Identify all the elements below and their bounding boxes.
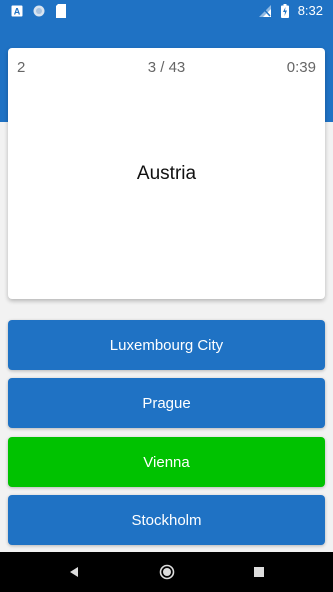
question-progress: 3 / 43 bbox=[147, 59, 186, 76]
status-time: 8:32 bbox=[297, 3, 323, 18]
answer-button-2[interactable]: Prague bbox=[8, 378, 325, 428]
answer-button-3[interactable]: Vienna bbox=[8, 437, 325, 487]
battery-charging-icon bbox=[278, 3, 292, 18]
svg-text:A: A bbox=[14, 7, 21, 17]
question-card: 2 3 / 43 0:39 Austria bbox=[8, 48, 325, 299]
sd-card-icon bbox=[54, 4, 68, 18]
a-notification-icon: A bbox=[10, 4, 24, 18]
countdown-timer: 0:39 bbox=[286, 59, 316, 76]
status-bar: A 8:32 bbox=[0, 0, 333, 24]
signal-icon bbox=[258, 3, 272, 18]
answer-button-4[interactable]: Stockholm bbox=[8, 495, 325, 545]
status-bar-right: 8:32 bbox=[258, 3, 323, 18]
circle-notification-icon bbox=[32, 4, 46, 18]
recents-icon[interactable] bbox=[249, 562, 269, 582]
navigation-bar bbox=[0, 552, 333, 592]
question-text: Austria bbox=[136, 163, 197, 184]
home-icon[interactable] bbox=[157, 562, 177, 582]
answer-button-1[interactable]: Luxembourg City bbox=[8, 320, 325, 370]
status-bar-left: A bbox=[10, 4, 68, 18]
back-icon[interactable] bbox=[64, 562, 84, 582]
